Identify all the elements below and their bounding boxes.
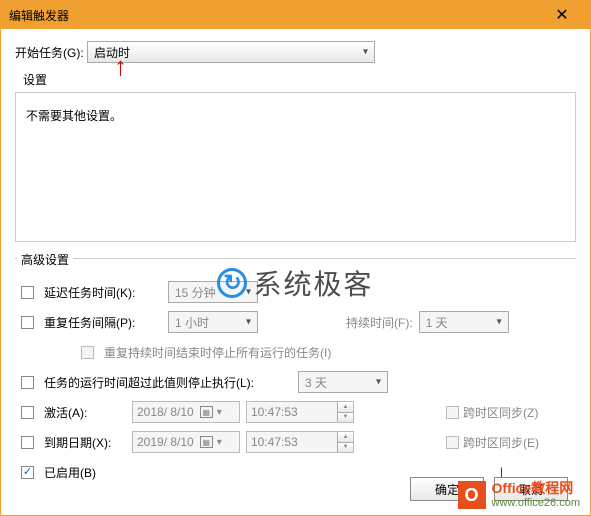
expire-checkbox[interactable] — [21, 436, 34, 449]
repeat-checkbox[interactable] — [21, 316, 34, 329]
chevron-down-icon: ▾ — [217, 437, 222, 448]
expire-row: 到期日期(X): 2019/ 8/10 ▦ ▾ 10:47:53 ▲ ▼ — [15, 427, 576, 457]
advanced-fieldset: 高级设置 延迟任务时间(K): 15 分钟 ▾ 重复任务间隔(P): 1 小时 — [15, 258, 576, 487]
stop-after-dropdown: 3 天 ▾ — [298, 371, 388, 393]
dialog-window: 编辑触发器 ✕ 开始任务(G): 启动时 ▾ 设置 不需要其他设置。 高级设置 … — [0, 0, 591, 516]
calendar-icon: ▦ — [200, 406, 213, 418]
spinner-up-icon: ▲ — [338, 402, 353, 413]
settings-panel: 不需要其他设置。 — [15, 92, 576, 242]
activate-row: 激活(A): 2018/ 8/10 ▦ ▾ 10:47:53 ▲ ▼ — [15, 397, 576, 427]
settings-header: 设置 — [23, 71, 576, 88]
begin-task-label: 开始任务(G): — [15, 44, 87, 61]
repeat-value: 1 小时 — [175, 314, 209, 331]
expire-time-input: 10:47:53 ▲ ▼ — [246, 431, 354, 453]
activate-checkbox[interactable] — [21, 406, 34, 419]
duration-label: 持续时间(F): — [346, 314, 413, 331]
calendar-icon: ▦ — [200, 436, 213, 448]
expire-label: 到期日期(X): — [44, 434, 126, 451]
activate-tz-group: 跨时区同步(Z) — [446, 404, 538, 421]
activate-time-value: 10:47:53 — [251, 405, 298, 419]
stop-after-row: 任务的运行时间超过此值则停止执行(L): 3 天 ▾ — [15, 367, 576, 397]
duration-value: 1 天 — [426, 314, 448, 331]
brand-line2: www.office26.com — [492, 497, 580, 509]
chevron-down-icon: ▾ — [376, 377, 381, 388]
repeat-interval-dropdown: 1 小时 ▾ — [168, 311, 258, 333]
activate-time-input: 10:47:53 ▲ ▼ — [246, 401, 354, 423]
titlebar: 编辑触发器 ✕ — [1, 1, 590, 29]
chevron-down-icon: ▾ — [246, 287, 251, 298]
expire-date-input: 2019/ 8/10 ▦ ▾ — [132, 431, 240, 453]
time-spinner: ▲ ▼ — [337, 432, 353, 452]
expire-date-value: 2019/ 8/10 — [137, 435, 194, 449]
chevron-down-icon: ▾ — [217, 407, 222, 418]
time-spinner: ▲ ▼ — [337, 402, 353, 422]
activate-date-value: 2018/ 8/10 — [137, 405, 194, 419]
annotation-arrow-icon: ↑ — [114, 51, 127, 82]
close-button[interactable]: ✕ — [542, 1, 582, 29]
advanced-rows: 延迟任务时间(K): 15 分钟 ▾ 重复任务间隔(P): 1 小时 ▾ 持续时… — [15, 277, 576, 487]
expire-tz-label: 跨时区同步(E) — [463, 434, 539, 451]
repeat-stop-row: 重复持续时间结束时停止所有运行的任务(I) — [15, 337, 576, 367]
repeat-row: 重复任务间隔(P): 1 小时 ▾ 持续时间(F): 1 天 ▾ — [15, 307, 576, 337]
activate-label: 激活(A): — [44, 404, 126, 421]
activate-tz-label: 跨时区同步(Z) — [463, 404, 538, 421]
spinner-up-icon: ▲ — [338, 432, 353, 443]
spinner-down-icon: ▼ — [338, 443, 353, 453]
watermark-brand: O Office教程网 www.office26.com — [458, 481, 580, 509]
close-icon: ✕ — [555, 5, 568, 25]
stop-after-checkbox[interactable] — [21, 376, 34, 389]
enabled-checkbox[interactable] — [21, 466, 34, 479]
spinner-down-icon: ▼ — [338, 413, 353, 423]
delay-value: 15 分钟 — [175, 284, 216, 301]
watermark-brand-text: Office教程网 www.office26.com — [492, 481, 580, 508]
dialog-content: 开始任务(G): 启动时 ▾ 设置 不需要其他设置。 高级设置 延迟任务时间(K… — [1, 29, 590, 499]
chevron-down-icon: ▾ — [497, 317, 502, 328]
stop-after-label: 任务的运行时间超过此值则停止执行(L): — [44, 374, 292, 391]
brand-line1: Office教程网 — [492, 481, 580, 496]
repeat-stop-label: 重复持续时间结束时停止所有运行的任务(I) — [104, 344, 331, 361]
advanced-header: 高级设置 — [17, 253, 73, 267]
window-title: 编辑触发器 — [9, 7, 542, 24]
delay-row: 延迟任务时间(K): 15 分钟 ▾ — [15, 277, 576, 307]
chevron-down-icon: ▾ — [246, 317, 251, 328]
office-icon: O — [458, 481, 486, 509]
stop-after-value: 3 天 — [305, 374, 327, 391]
delay-label: 延迟任务时间(K): — [44, 284, 162, 301]
settings-text: 不需要其他设置。 — [26, 109, 122, 123]
activate-date-input: 2018/ 8/10 ▦ ▾ — [132, 401, 240, 423]
repeat-label: 重复任务间隔(P): — [44, 314, 162, 331]
chevron-down-icon: ▾ — [363, 47, 368, 58]
delay-checkbox[interactable] — [21, 286, 34, 299]
repeat-stop-checkbox — [81, 346, 94, 359]
expire-tz-checkbox — [446, 436, 459, 449]
begin-task-row: 开始任务(G): 启动时 ▾ — [15, 41, 576, 63]
expire-tz-group: 跨时区同步(E) — [446, 434, 539, 451]
delay-dropdown: 15 分钟 ▾ — [168, 281, 258, 303]
enabled-label: 已启用(B) — [44, 464, 96, 481]
duration-dropdown: 1 天 ▾ — [419, 311, 509, 333]
expire-time-value: 10:47:53 — [251, 435, 298, 449]
begin-task-dropdown[interactable]: 启动时 ▾ — [87, 41, 375, 63]
activate-tz-checkbox — [446, 406, 459, 419]
